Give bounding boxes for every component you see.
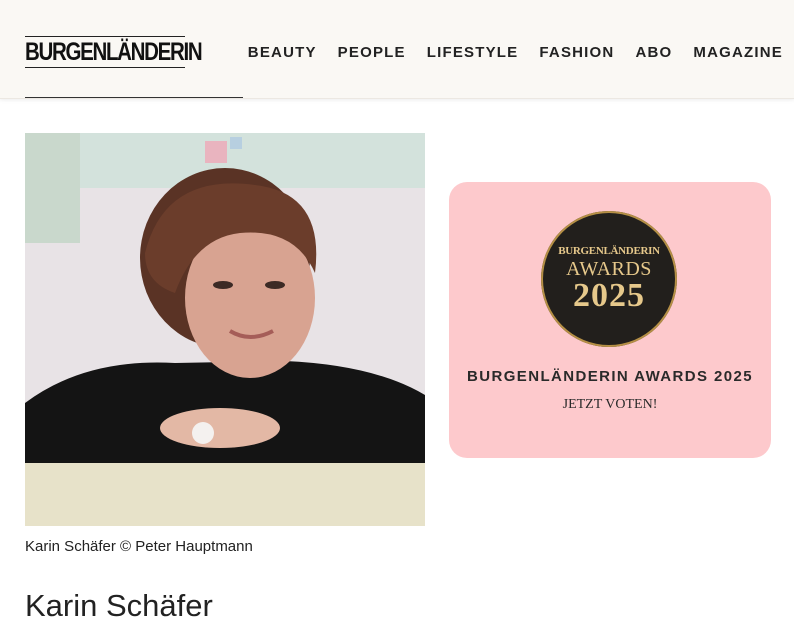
logo-rule-bottom bbox=[25, 67, 185, 68]
badge-year: 2025 bbox=[573, 277, 645, 314]
site-logo[interactable]: BURGENLÄNDERIN bbox=[25, 36, 203, 68]
badge-brand: BURGENLÄNDERIN bbox=[558, 245, 660, 257]
site-header: BURGENLÄNDERIN BEAUTY PEOPLE LIFESTYLE F… bbox=[0, 0, 794, 99]
promo-title: BURGENLÄNDERIN AWARDS 2025 bbox=[467, 368, 753, 385]
main-nav: BEAUTY PEOPLE LIFESTYLE FASHION ABO MAGA… bbox=[248, 44, 783, 61]
nav-abo[interactable]: ABO bbox=[635, 44, 672, 61]
section-divider bbox=[25, 97, 243, 98]
nav-fashion[interactable]: FASHION bbox=[539, 44, 614, 61]
awards-promo-card[interactable]: BURGENLÄNDERIN AWARDS 2025 BURGENLÄNDERI… bbox=[449, 182, 771, 458]
nav-beauty[interactable]: BEAUTY bbox=[248, 44, 317, 61]
article-title: Karin Schäfer bbox=[25, 588, 213, 623]
nav-people[interactable]: PEOPLE bbox=[338, 44, 406, 61]
vote-now-link[interactable]: JETZT VOTEN! bbox=[449, 397, 771, 413]
nav-lifestyle[interactable]: LIFESTYLE bbox=[427, 44, 519, 61]
nav-magazine[interactable]: MAGAZINE bbox=[693, 44, 783, 61]
awards-badge: BURGENLÄNDERIN AWARDS 2025 bbox=[541, 211, 677, 347]
photo-caption: Karin Schäfer © Peter Hauptmann bbox=[25, 538, 253, 555]
portrait-photo bbox=[25, 133, 425, 526]
